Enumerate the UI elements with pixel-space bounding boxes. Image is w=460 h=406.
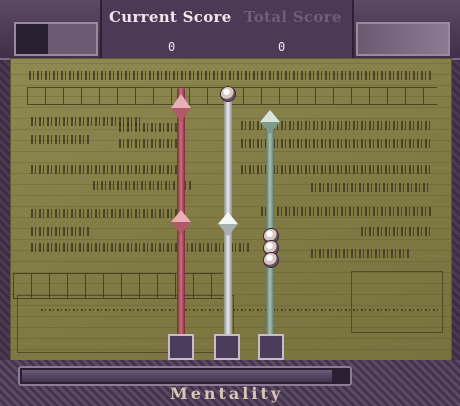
green-needle-orb (263, 252, 279, 268)
current-score-value: 0 (168, 40, 176, 54)
glyph-row (31, 227, 91, 236)
red-needle-spike (171, 94, 191, 108)
glyph-row (29, 71, 433, 80)
glyph-row (31, 135, 91, 144)
current-score-label: Current Score (109, 8, 232, 26)
glyph-row (31, 165, 181, 174)
white-needle-base (214, 334, 240, 360)
score-panel: Current Score Total Score 0 0 (100, 0, 354, 58)
mentality-bar (18, 366, 352, 386)
glyph-box (17, 295, 234, 353)
glyph-row (311, 249, 411, 258)
glyph-row (119, 139, 179, 148)
hud-left-ornament (14, 22, 98, 56)
hud-right-ornament (356, 22, 450, 56)
glyph-row (311, 183, 431, 192)
glyph-row (31, 209, 181, 218)
red-needle-spike (171, 222, 191, 234)
total-score-label: Total Score (244, 8, 342, 26)
red-needle-base (168, 334, 194, 360)
white-needle-spike (218, 224, 238, 236)
white-needle-orb (220, 86, 236, 102)
glyph-row (31, 243, 251, 252)
red-needle-spike (171, 108, 191, 122)
red-needle-spike (171, 210, 191, 222)
green-needle-spike (260, 122, 280, 134)
top-hud-frame: Current Score Total Score 0 0 (0, 0, 460, 60)
white-needle-spike (218, 212, 238, 224)
game-screen: Current Score Total Score 0 0 Mentality (0, 0, 460, 406)
mentality-label: Mentality (170, 384, 284, 403)
total-score-value: 0 (278, 40, 286, 54)
glyph-row (361, 227, 431, 236)
mentality-bar-fill (22, 370, 332, 382)
green-needle-spike (260, 110, 280, 122)
baseline-line (41, 309, 441, 311)
glyph-row (261, 207, 431, 216)
glyph-box (351, 271, 443, 333)
glyph-row (119, 123, 179, 132)
green-needle-base (258, 334, 284, 360)
